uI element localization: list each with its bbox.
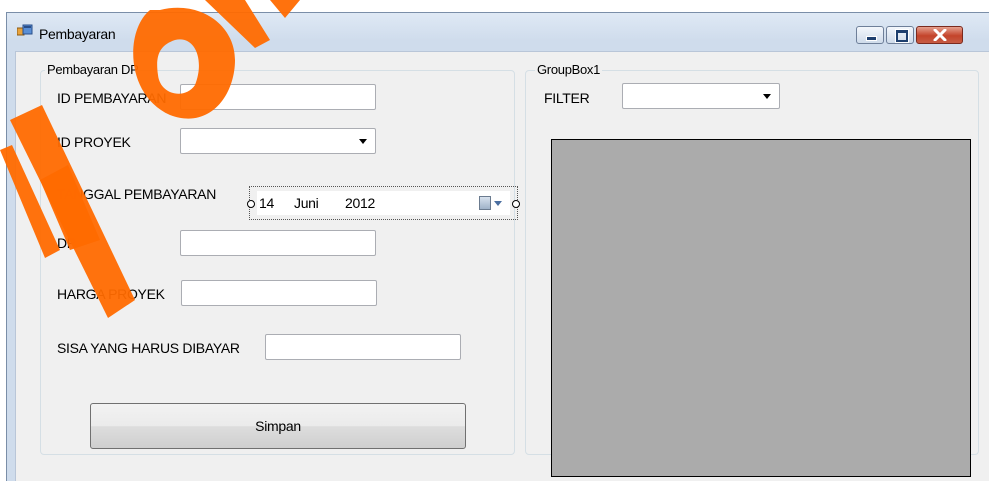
harga-proyek-label: HARGA PROYEK <box>57 286 165 302</box>
date-month[interactable]: Juni <box>294 195 319 211</box>
window-client-area: Pembayaran DP ID PEMBAYARAN ID PROYEK TA… <box>15 51 989 481</box>
filter-label: FILTER <box>544 90 590 106</box>
filter-groupbox-legend: GroupBox1 <box>535 62 603 77</box>
simpan-button[interactable]: Simpan <box>90 403 466 449</box>
date-year[interactable]: 2012 <box>345 195 375 211</box>
sisa-label: SISA YANG HARUS DIBAYAR <box>57 340 240 356</box>
id-proyek-label: ID PROYEK <box>57 134 131 150</box>
close-icon <box>933 29 947 41</box>
data-grid[interactable] <box>551 139 971 477</box>
chevron-down-icon <box>763 94 771 99</box>
resize-handle-left-icon[interactable] <box>247 200 255 208</box>
pembayaran-window: Pembayaran Pembayaran DP ID PEMBAYARAN I… <box>6 12 989 481</box>
id-proyek-combobox[interactable] <box>180 128 376 154</box>
dp-label: DP <box>57 235 76 251</box>
close-button[interactable] <box>916 26 963 44</box>
calendar-icon[interactable] <box>479 196 491 210</box>
dp-field[interactable] <box>180 230 376 256</box>
maximize-button[interactable] <box>886 26 914 44</box>
minimize-icon <box>866 36 877 41</box>
title-bar[interactable]: Pembayaran <box>7 13 989 51</box>
window-title: Pembayaran <box>39 26 116 42</box>
date-day[interactable]: 14 <box>259 195 274 211</box>
maximize-icon <box>896 30 908 42</box>
id-pembayaran-label: ID PEMBAYARAN <box>57 90 167 106</box>
tanggal-pembayaran-datepicker[interactable]: 14 Juni 2012 <box>247 186 520 220</box>
harga-proyek-field[interactable] <box>181 280 377 306</box>
minimize-button[interactable] <box>856 26 884 44</box>
resize-handle-right-icon[interactable] <box>512 200 520 208</box>
pembayaran-dp-legend: Pembayaran DP <box>45 62 141 77</box>
sisa-field[interactable] <box>265 334 461 360</box>
form-icon <box>16 23 33 39</box>
dropdown-arrow-icon[interactable] <box>494 201 502 206</box>
chevron-down-icon <box>359 139 367 144</box>
date-field[interactable]: 14 Juni 2012 <box>257 191 510 215</box>
id-pembayaran-field[interactable] <box>180 84 376 110</box>
tanggal-pembayaran-label: TANGGAL PEMBAYARAN <box>57 186 217 202</box>
filter-combobox[interactable] <box>622 83 780 109</box>
